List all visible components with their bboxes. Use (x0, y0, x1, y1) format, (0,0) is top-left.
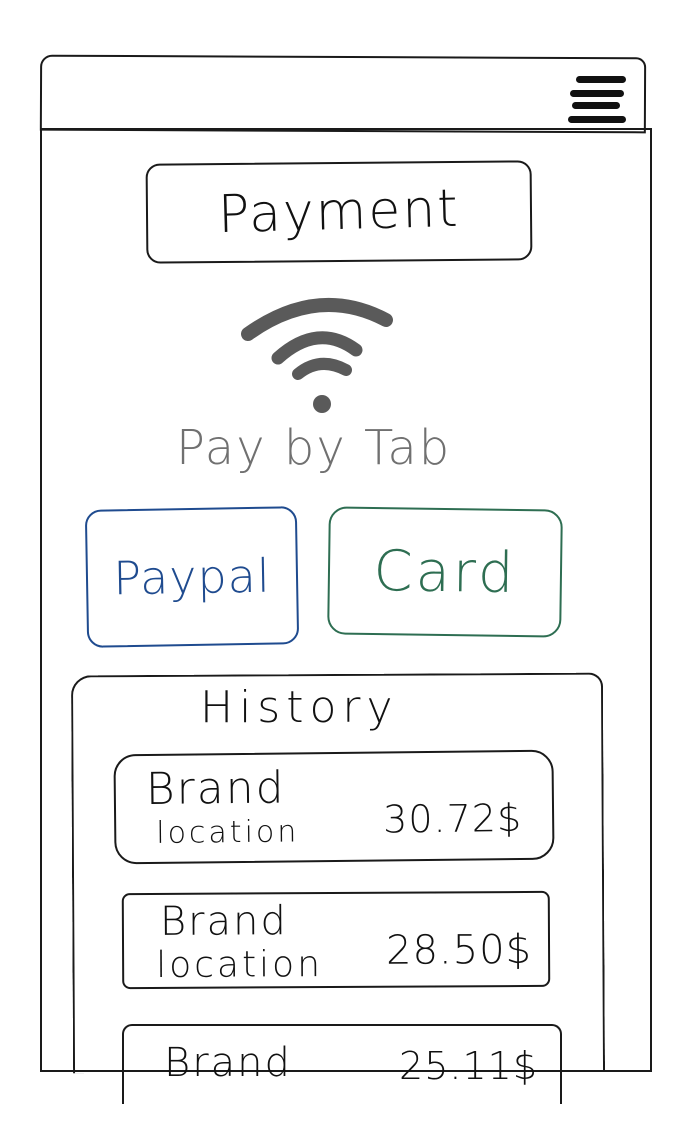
history-item-location: location (156, 814, 300, 851)
history-item-brand: Brand (159, 898, 288, 945)
page-title: Payment (217, 178, 461, 246)
contactless-wifi-icon[interactable] (238, 292, 398, 422)
history-item[interactable]: Brand location 30.72$ (113, 749, 555, 865)
paypal-button-label: Paypal (112, 548, 272, 606)
hamburger-icon[interactable] (568, 72, 632, 124)
pay-by-tab-label: Pay by Tab (176, 420, 452, 476)
history-title: History (200, 682, 399, 733)
history-item-brand: Brand (164, 1040, 292, 1086)
page-title-box: Payment (145, 160, 533, 264)
card-button-label: Card (373, 538, 517, 606)
history-item-location: location (156, 944, 324, 986)
card-button[interactable]: Card (327, 506, 563, 638)
paypal-button[interactable]: Paypal (84, 506, 300, 648)
history-item-amount: 25.11$ (399, 1044, 538, 1088)
history-item-amount: 30.72$ (382, 796, 523, 842)
history-item-amount: 28.50$ (385, 926, 533, 974)
top-bar (39, 54, 647, 134)
history-item[interactable]: Brand location 28.50$ (121, 890, 551, 990)
history-item[interactable]: Brand 25.11$ (122, 1024, 562, 1104)
history-item-brand: Brand (145, 762, 286, 815)
